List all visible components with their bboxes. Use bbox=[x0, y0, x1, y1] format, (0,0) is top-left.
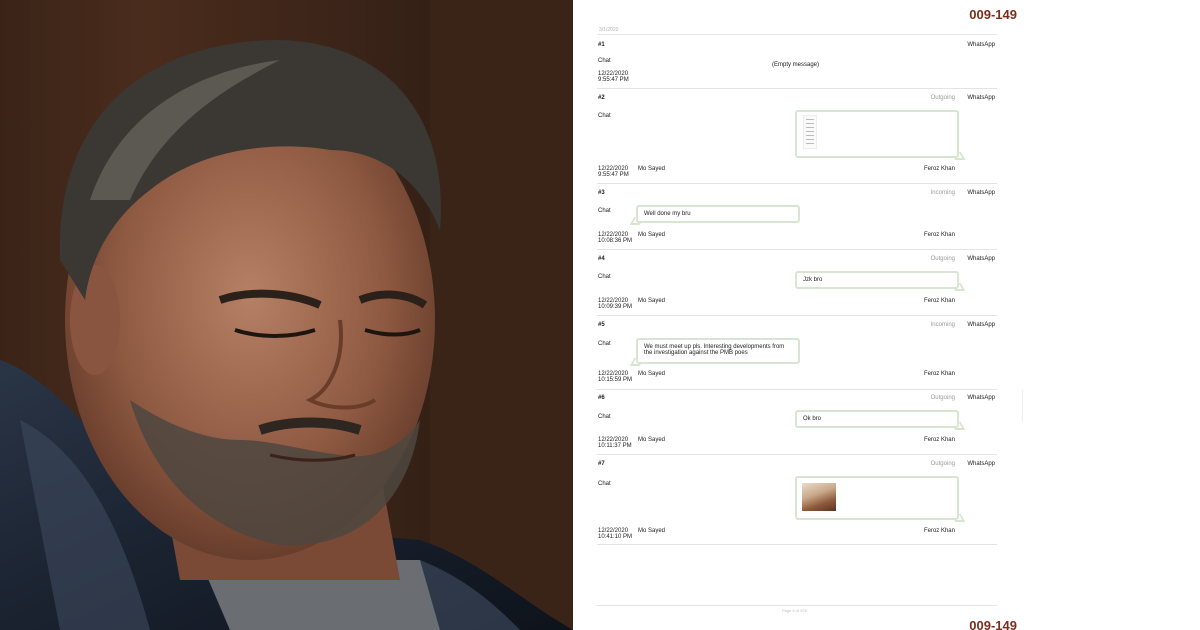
message-direction: Outgoing bbox=[930, 95, 955, 101]
message-type: Chat bbox=[598, 341, 611, 347]
document-id-bottom: 009-149 bbox=[969, 618, 1017, 630]
message-recipient: Feroz Khan bbox=[923, 528, 955, 534]
message-recipient: Feroz Khan bbox=[923, 166, 955, 172]
message-bubble-text[interactable]: Ok bro bbox=[795, 410, 959, 428]
message-direction: Outgoing bbox=[930, 395, 955, 401]
message-timestamp: 12/22/2020 10:15:59 PM bbox=[598, 371, 632, 383]
message-recipient: Feroz Khan bbox=[923, 371, 955, 377]
message-app: WhatsApp bbox=[967, 42, 995, 48]
message-type: Chat bbox=[598, 208, 611, 214]
message-app: WhatsApp bbox=[967, 190, 995, 196]
message-number: #2 bbox=[598, 95, 605, 101]
message-row: #5 Incoming WhatsApp Chat We must meet u… bbox=[597, 322, 997, 390]
message-app: WhatsApp bbox=[967, 256, 995, 262]
message-row: #6 Outgoing WhatsApp Chat Ok bro 12/22/2… bbox=[597, 395, 997, 455]
message-sender: Mo Sayed bbox=[638, 166, 666, 172]
message-bubble-text[interactable]: Well done my bru bbox=[636, 205, 800, 223]
message-sender: Mo Sayed bbox=[638, 298, 666, 304]
message-sender: Mo Sayed bbox=[638, 528, 666, 534]
message-sender: Mo Sayed bbox=[638, 371, 666, 377]
message-bubble-text[interactable]: We must meet up pls. Interesting develop… bbox=[636, 338, 800, 364]
message-row: #3 Incoming WhatsApp Chat Well done my b… bbox=[597, 190, 997, 250]
message-bubble-text[interactable]: Jzk bro bbox=[795, 271, 959, 289]
message-recipient: Feroz Khan bbox=[923, 232, 955, 238]
message-row: #2 Outgoing WhatsApp Chat 12/22/2020 9:5… bbox=[597, 95, 997, 184]
message-row: #7 Outgoing WhatsApp Chat 12/22/2020 10:… bbox=[597, 461, 997, 545]
message-body: (Empty message) bbox=[772, 62, 820, 68]
message-number: #1 bbox=[598, 42, 605, 48]
page-footer: Page 6 of 578 bbox=[782, 608, 807, 613]
message-time: 10:15:59 PM bbox=[598, 377, 633, 383]
message-recipient: Feroz Khan bbox=[923, 298, 955, 304]
message-direction: Outgoing bbox=[930, 256, 955, 262]
message-sender: Mo Sayed bbox=[638, 232, 666, 238]
message-number: #5 bbox=[598, 322, 605, 328]
message-timestamp: 12/22/2020 10:11:37 PM bbox=[598, 437, 632, 449]
message-number: #6 bbox=[598, 395, 605, 401]
message-number: #4 bbox=[598, 256, 605, 262]
message-bubble-attachment[interactable] bbox=[795, 476, 959, 520]
message-type: Chat bbox=[598, 113, 611, 119]
message-time: 9:55:47 PM bbox=[598, 172, 629, 178]
document-thumbnail[interactable] bbox=[803, 115, 817, 149]
page-edge-mark bbox=[1022, 390, 1023, 422]
message-timestamp: 12/22/2020 10:08:36 PM bbox=[598, 232, 632, 244]
message-time: 10:08:36 PM bbox=[598, 238, 633, 244]
message-number: #7 bbox=[598, 461, 605, 467]
message-timestamp: 12/22/2020 10:41:10 PM bbox=[598, 528, 632, 540]
message-type: Chat bbox=[598, 274, 611, 280]
document-id-top: 009-149 bbox=[969, 7, 1017, 22]
message-time: 9:55:47 PM bbox=[598, 77, 629, 83]
message-direction: Incoming bbox=[930, 190, 955, 196]
message-direction: Incoming bbox=[930, 322, 955, 328]
message-timestamp: 12/22/2020 9:55:47 PM bbox=[598, 71, 629, 83]
message-row: #4 Outgoing WhatsApp Chat Jzk bro 12/22/… bbox=[597, 256, 997, 316]
message-time: 10:11:37 PM bbox=[598, 443, 632, 449]
divider bbox=[597, 34, 997, 35]
message-app: WhatsApp bbox=[967, 395, 995, 401]
report-date: 3/1/2020 bbox=[599, 27, 619, 33]
message-app: WhatsApp bbox=[967, 322, 995, 328]
message-row: #1 WhatsApp Chat (Empty message) 12/22/2… bbox=[597, 42, 997, 89]
image-thumbnail[interactable] bbox=[802, 483, 836, 511]
message-app: WhatsApp bbox=[967, 95, 995, 101]
footer-divider bbox=[597, 605, 997, 606]
message-type: Chat bbox=[598, 58, 611, 64]
message-type: Chat bbox=[598, 414, 611, 420]
chat-report-page: 009-149 3/1/2020 #1 WhatsApp Chat (Empty… bbox=[573, 0, 1200, 630]
message-sender: Mo Sayed bbox=[638, 437, 666, 443]
message-timestamp: 12/22/2020 9:55:47 PM bbox=[598, 166, 629, 178]
message-bubble-attachment[interactable] bbox=[795, 110, 959, 158]
message-number: #3 bbox=[598, 190, 605, 196]
message-type: Chat bbox=[598, 481, 611, 487]
message-app: WhatsApp bbox=[967, 461, 995, 467]
portrait-photo bbox=[0, 0, 573, 630]
message-time: 10:41:10 PM bbox=[598, 534, 633, 540]
message-time: 10:09:39 PM bbox=[598, 304, 633, 310]
message-direction: Outgoing bbox=[930, 461, 955, 467]
message-recipient: Feroz Khan bbox=[923, 437, 955, 443]
message-timestamp: 12/22/2020 10:09:39 PM bbox=[598, 298, 632, 310]
portrait-illustration bbox=[0, 0, 573, 630]
